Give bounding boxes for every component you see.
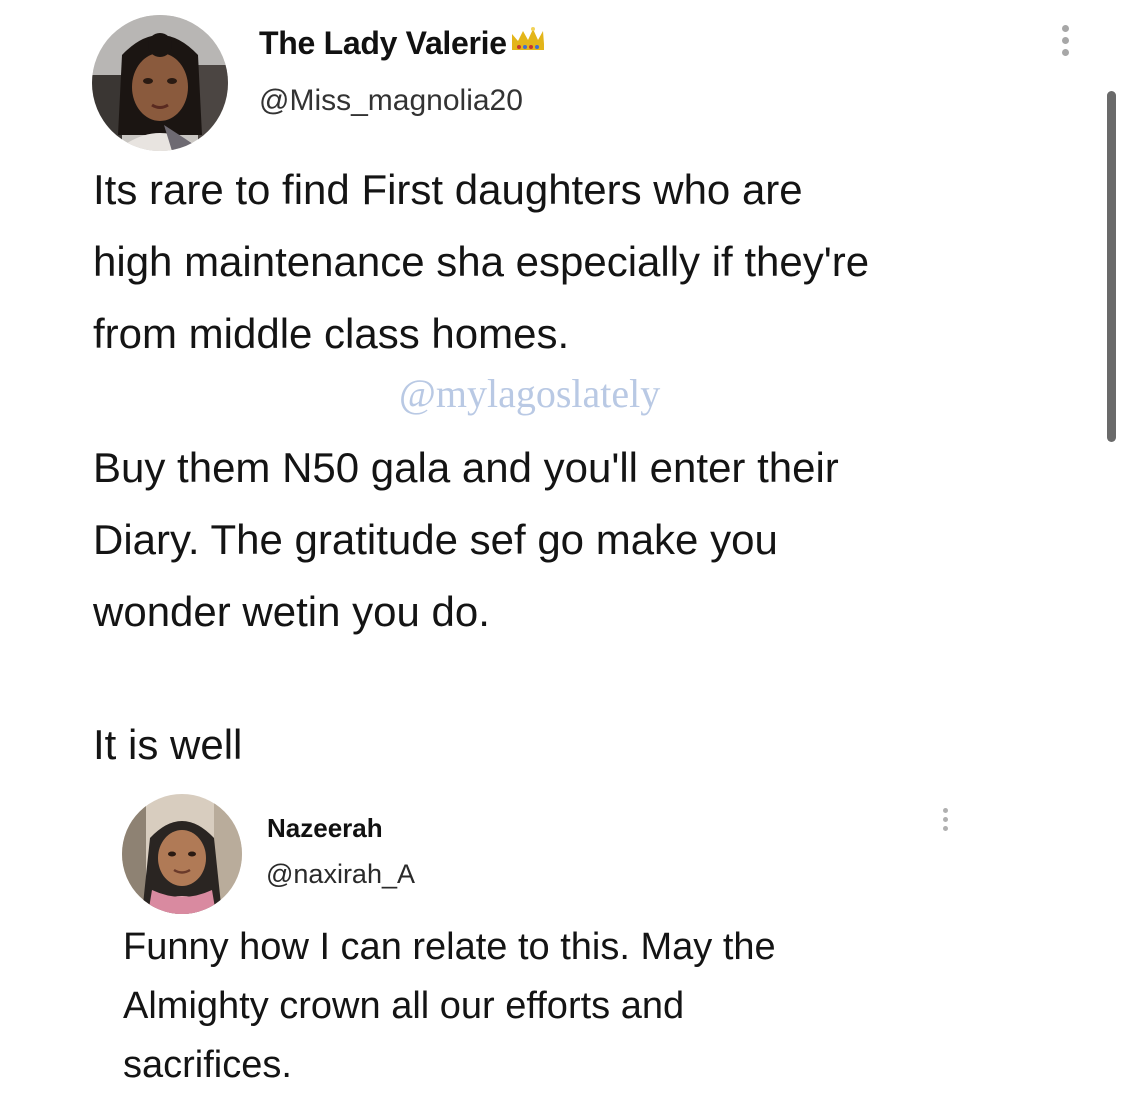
reply-text-line: sacrifices. [123,1044,292,1086]
reply-author-display-name[interactable]: Nazeerah [267,813,383,844]
tweet-text-paragraph-2: Buy them N50 gala and you'll enter their… [93,432,839,648]
avatar-photo-main [92,15,228,151]
crown-icon [509,23,547,60]
tweet-text-line: wonder wetin you do. [93,588,490,635]
tweet-text-line: It is well [93,721,243,768]
avatar-photo-reply [122,794,242,914]
reply-text: Funny how I can relate to this. May the … [123,918,776,1095]
reply-author-handle[interactable]: @naxirah_A [266,859,415,890]
tweet-text-line: high maintenance sha especially if they'… [93,238,870,285]
author-avatar[interactable] [92,15,228,151]
watermark: @mylagoslately [399,371,661,416]
reply-author-avatar[interactable] [122,794,242,914]
scrollbar-thumb[interactable] [1107,91,1116,442]
tweet-card: The Lady Valerie @Miss_magnolia20 Its ra… [0,0,1125,1104]
more-vertical-icon[interactable] [1059,25,1071,61]
tweet-text-line: from middle class homes. [93,310,570,357]
tweet-text-line: Diary. The gratitude sef go make you [93,516,778,563]
author-display-name-text: The Lady Valerie [259,25,507,61]
reply-text-line: Almighty crown all our efforts and [123,985,685,1027]
tweet-text-line: Its rare to find First daughters who are [93,166,803,213]
tweet-text-paragraph-3: It is well [93,709,242,781]
reply-text-line: Funny how I can relate to this. May the [123,926,776,968]
tweet-text-paragraph-1: Its rare to find First daughters who are… [93,154,869,370]
tweet-text-line: Buy them N50 gala and you'll enter their [93,444,839,491]
author-display-name[interactable]: The Lady Valerie [259,25,547,64]
more-vertical-icon[interactable] [939,808,951,835]
author-handle[interactable]: @Miss_magnolia20 [259,84,523,118]
